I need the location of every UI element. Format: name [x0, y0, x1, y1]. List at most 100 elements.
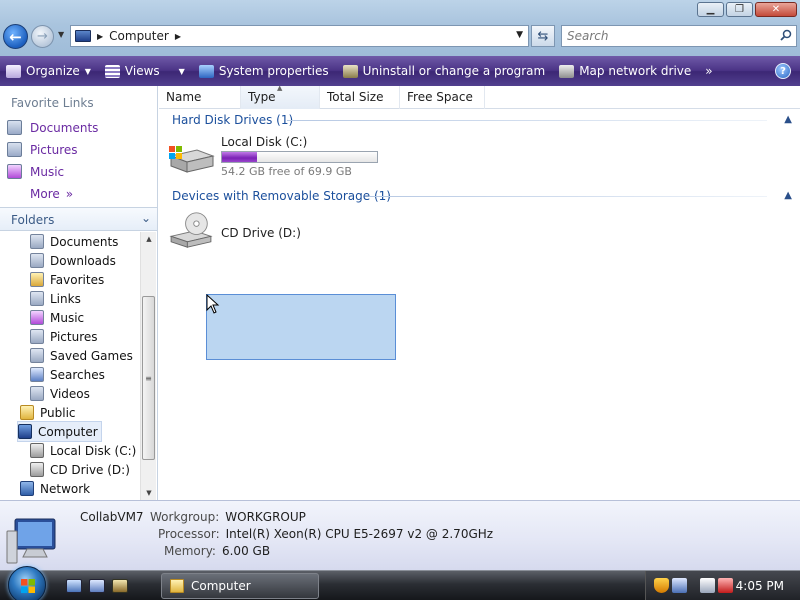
column-header-name[interactable]: Name [159, 86, 241, 109]
file-list[interactable]: Name ▲ Type Total Size Free Space Hard D… [159, 84, 800, 500]
breadcrumb-separator-icon[interactable]: ▶ [97, 32, 103, 41]
network-status-icon[interactable] [672, 578, 687, 593]
start-button[interactable] [8, 566, 46, 600]
search-input[interactable]: Search [561, 25, 797, 47]
searches-icon [30, 367, 44, 382]
tree-item-favorites[interactable]: Favorites [30, 270, 104, 289]
hard-drive-icon [30, 443, 44, 458]
scrollbar-thumb[interactable]: ≡ [142, 296, 155, 460]
tree-item-network[interactable]: Network [20, 479, 90, 498]
breadcrumb-computer[interactable]: Computer [109, 29, 169, 43]
tree-item-cd-drive[interactable]: CD Drive (D:) [30, 460, 130, 479]
tree-item-downloads[interactable]: Downloads [30, 251, 116, 270]
detail-value: 6.00 GB [221, 544, 271, 558]
clock[interactable]: 4:05 PM [736, 579, 784, 593]
group-header-removable[interactable]: Devices with Removable Storage (1) [172, 189, 391, 203]
favorite-link-documents[interactable]: Documents [7, 120, 98, 135]
drive-name-local-disk: Local Disk (C:) [221, 135, 308, 149]
saved-games-icon [30, 348, 44, 363]
system-properties-button[interactable]: System properties [198, 64, 329, 78]
detail-processor: Processor: Intel(R) Xeon(R) CPU E5-2697 … [158, 527, 493, 541]
organize-button[interactable]: Organize ▼ [6, 64, 91, 78]
show-desktop-icon[interactable] [66, 579, 82, 593]
videos-icon [30, 386, 44, 401]
switch-windows-icon[interactable] [89, 579, 105, 593]
tree-item-pictures[interactable]: Pictures [30, 327, 98, 346]
downloads-icon [30, 253, 44, 268]
back-button[interactable]: ← [3, 24, 28, 49]
map-network-drive-button[interactable]: Map network drive [559, 64, 691, 78]
music-icon [7, 164, 22, 179]
search-icon[interactable] [780, 29, 792, 41]
taskbar-button-computer[interactable]: Computer [161, 573, 319, 599]
help-button[interactable]: ? [775, 63, 791, 79]
address-bar[interactable]: ▶ Computer ▶ ▼ [70, 25, 529, 47]
collapse-group-icon[interactable]: ▲ [784, 114, 792, 125]
detail-value: WORKGROUP [225, 510, 306, 524]
favorite-link-music[interactable]: Music [7, 164, 64, 179]
detail-label: Workgroup: [150, 510, 220, 524]
detail-value: Intel(R) Xeon(R) CPU E5-2697 v2 @ 2.70GH… [225, 527, 494, 541]
music-icon [30, 310, 44, 325]
chevron-right-icon: » [65, 187, 74, 201]
pictures-icon [7, 142, 22, 157]
chevron-down-icon: ▼ [178, 66, 185, 76]
cd-drive-icon [30, 462, 44, 477]
uninstall-program-button[interactable]: Uninstall or change a program [342, 64, 545, 78]
scroll-down-icon[interactable]: ▼ [141, 486, 157, 500]
views-button[interactable]: Views ▼ [104, 64, 185, 78]
map-drive-icon [559, 64, 575, 78]
refresh-button[interactable]: ⇆ [531, 25, 555, 47]
breadcrumb-separator-icon[interactable]: ▶ [175, 32, 181, 41]
collapse-group-icon[interactable]: ▲ [784, 190, 792, 201]
drag-selection-rectangle [206, 294, 396, 360]
column-header-free-space[interactable]: Free Space [400, 86, 485, 109]
column-header-total-size[interactable]: Total Size [320, 86, 400, 109]
folder-tree-scrollbar[interactable]: ▲ ≡ ▼ [140, 232, 156, 500]
window-controls: ▁ ❐ ✕ [697, 2, 797, 17]
folders-toggle[interactable]: Folders ⌄ [0, 207, 157, 231]
command-bar: Organize ▼ Views ▼ System properties Uni… [0, 56, 800, 86]
volume-muted-icon[interactable] [718, 578, 733, 593]
mouse-cursor-icon [206, 294, 220, 314]
column-header-type[interactable]: ▲ Type [241, 84, 320, 109]
favorite-link-pictures[interactable]: Pictures [7, 142, 78, 157]
security-shield-icon[interactable] [654, 578, 669, 593]
tree-item-music[interactable]: Music [30, 308, 84, 327]
scroll-up-icon[interactable]: ▲ [141, 232, 157, 246]
tree-item-computer[interactable]: Computer [17, 421, 102, 442]
windows-logo-icon [21, 579, 35, 593]
computer-icon [75, 30, 91, 42]
tree-item-public[interactable]: Public [20, 403, 76, 422]
tree-item-links[interactable]: Links [30, 289, 81, 308]
hard-drive-icon [169, 146, 215, 173]
tree-item-searches[interactable]: Searches [30, 365, 105, 384]
organize-icon [6, 64, 21, 78]
tree-item-videos[interactable]: Videos [30, 384, 90, 403]
disk-free-space-text: 54.2 GB free of 69.9 GB [221, 165, 352, 178]
forward-button[interactable]: → [31, 25, 54, 48]
disk-capacity-fill [222, 152, 257, 162]
recent-pages-dropdown[interactable]: ▼ [58, 30, 64, 39]
arrow-right-icon: → [37, 29, 48, 44]
address-dropdown-icon[interactable]: ▼ [516, 30, 523, 40]
system-tray: 4:05 PM [645, 571, 800, 600]
uninstall-icon [342, 64, 358, 78]
documents-icon [30, 234, 44, 249]
network-connection-icon[interactable] [700, 578, 715, 593]
minimize-button[interactable]: ▁ [697, 2, 724, 17]
computer-icon [18, 424, 32, 439]
toolbar-overflow-button[interactable]: » [705, 64, 712, 78]
quick-launch-app-icon[interactable] [112, 579, 128, 593]
tree-item-saved-games[interactable]: Saved Games [30, 346, 133, 365]
tree-item-local-disk[interactable]: Local Disk (C:) [30, 441, 136, 460]
chevron-down-icon: ▼ [58, 30, 65, 39]
computer-name: CollabVM7 [80, 510, 144, 524]
close-button[interactable]: ✕ [755, 2, 797, 17]
more-links-button[interactable]: More » [30, 187, 73, 201]
tree-item-documents[interactable]: Documents [30, 232, 118, 251]
group-header-hard-disks[interactable]: Hard Disk Drives (1) [172, 113, 293, 127]
maximize-button[interactable]: ❐ [726, 2, 753, 17]
group-divider [287, 120, 767, 121]
folder-icon [20, 405, 34, 420]
